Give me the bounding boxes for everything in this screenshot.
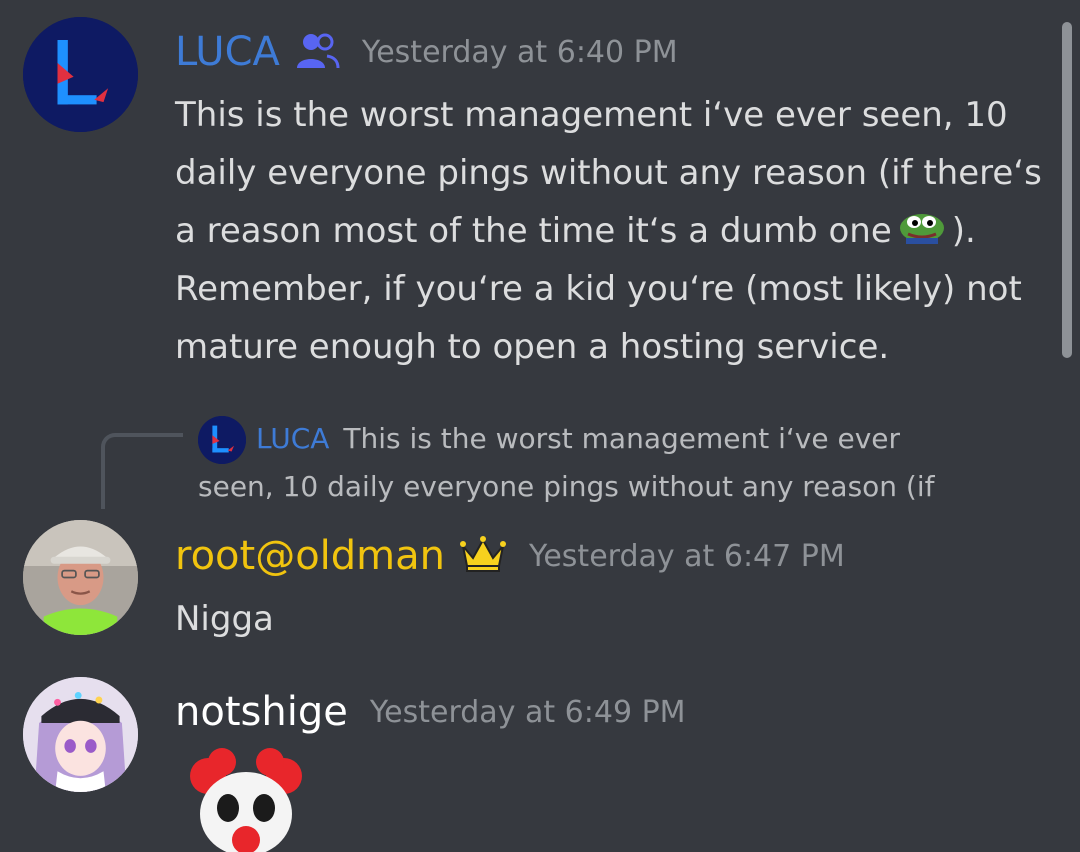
chat-messages: LUCA Yesterday at 6:40 PM This is the wo… bbox=[0, 0, 1080, 852]
avatar[interactable] bbox=[23, 520, 138, 635]
message-header: root@oldman Yesterday at 6:47 PM bbox=[175, 532, 845, 580]
message-line: mature enough to open a hosting service. bbox=[175, 327, 890, 367]
crown-icon bbox=[459, 534, 507, 578]
reply-text: This is the worst management i‘ve ever bbox=[343, 422, 901, 455]
message-line: Remember, if you‘re a kid you‘re (most l… bbox=[175, 269, 1022, 309]
reply-avatar bbox=[198, 416, 246, 464]
timestamp: Yesterday at 6:40 PM bbox=[361, 34, 678, 70]
anime-avatar bbox=[23, 677, 138, 792]
message-line: This is the worst management i‘ve ever s… bbox=[175, 95, 1008, 135]
reply-author[interactable]: LUCA bbox=[256, 422, 329, 455]
message-header: notshige Yesterday at 6:49 PM bbox=[175, 688, 686, 736]
reply-connector bbox=[101, 433, 183, 509]
reply-text: seen, 10 daily everyone pings without an… bbox=[198, 470, 935, 503]
reply-line: LUCA This is the worst management i‘ve ev… bbox=[198, 415, 1018, 464]
user-photo bbox=[23, 520, 138, 635]
message-text: a reason most of the time it‘s a dumb on… bbox=[175, 211, 892, 251]
luca-logo-icon bbox=[23, 17, 138, 132]
message-text: ). bbox=[951, 211, 976, 251]
reply-preview[interactable]: LUCA This is the worst management i‘ve ev… bbox=[198, 415, 1018, 511]
scrollbar-thumb[interactable] bbox=[1062, 22, 1072, 358]
clown-emoji[interactable] bbox=[186, 748, 306, 852]
message-line: a reason most of the time it‘s a dumb on… bbox=[175, 202, 1042, 260]
message-line: daily everyone pings without any reason … bbox=[175, 153, 1042, 193]
members-icon bbox=[294, 30, 340, 74]
message-header: LUCA Yesterday at 6:40 PM bbox=[175, 28, 678, 76]
avatar[interactable] bbox=[23, 677, 138, 792]
luca-logo-icon bbox=[198, 416, 246, 464]
avatar[interactable] bbox=[23, 17, 138, 132]
username[interactable]: root@oldman bbox=[175, 532, 445, 580]
username[interactable]: LUCA bbox=[175, 28, 280, 76]
username[interactable]: notshige bbox=[175, 688, 348, 736]
message-content: Nigga bbox=[175, 590, 274, 648]
timestamp: Yesterday at 6:49 PM bbox=[369, 694, 686, 730]
message-line: Nigga bbox=[175, 599, 274, 639]
pepe-emoji[interactable] bbox=[898, 204, 946, 262]
timestamp: Yesterday at 6:47 PM bbox=[529, 538, 845, 574]
message-content: This is the worst management i‘ve ever s… bbox=[175, 86, 1042, 376]
